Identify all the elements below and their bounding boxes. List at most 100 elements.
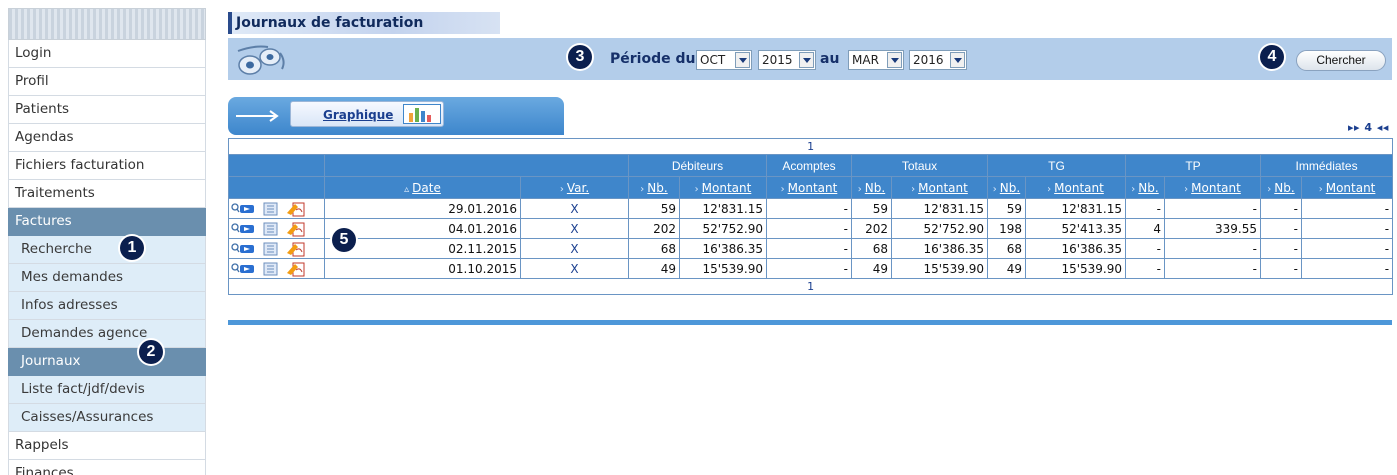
list-icon[interactable] <box>263 222 279 236</box>
tp-montant-cell: - <box>1164 238 1261 259</box>
date-cell: 29.01.2016 <box>324 198 521 219</box>
acompte-cell: - <box>766 218 852 239</box>
sort-date-header: ▵ Date <box>324 176 521 199</box>
from-month-select[interactable]: OCT <box>696 50 752 70</box>
sort-tot-montant-link[interactable]: Montant <box>918 181 968 195</box>
row-actions <box>228 218 325 239</box>
sort-tg-montant-link[interactable]: Montant <box>1054 181 1104 195</box>
search-button[interactable]: Chercher <box>1296 50 1386 71</box>
tot-nb-cell: 59 <box>851 198 892 219</box>
journaux-table: 1 Débiteurs Acomptes Totaux TG TP Immédiates … <box>227 138 1394 295</box>
sidebar-item-caisses-assurances[interactable]: Caisses/Assurances <box>8 404 206 432</box>
tg-nb-cell: 68 <box>987 238 1026 259</box>
chevron-down-icon <box>735 52 750 68</box>
sort-deb-montant-link[interactable]: Montant <box>702 181 752 195</box>
list-icon[interactable] <box>263 262 279 276</box>
pdf-icon[interactable] <box>286 221 306 237</box>
pdf-icon[interactable] <box>286 241 306 257</box>
pdf-icon[interactable] <box>286 201 306 217</box>
annotation-badge-3: 3 <box>568 45 592 69</box>
imm-montant-cell: - <box>1300 258 1394 279</box>
chevron-right-icon: › <box>1047 183 1052 195</box>
graphique-button[interactable]: Graphique <box>290 101 444 127</box>
sidebar-item-journaux[interactable]: Journaux <box>8 348 206 376</box>
sort-tp-montant-header: › Montant <box>1164 176 1261 199</box>
sort-deb-nb-header: › Nb. <box>628 176 680 199</box>
period-bar: 3 Période du OCT 2015 au MAR 2016 4 Cher… <box>228 38 1392 80</box>
page-number[interactable]: 1 <box>227 138 1394 155</box>
sidebar-item-profil[interactable]: Profil <box>8 68 206 96</box>
tot-montant-cell: 15'539.90 <box>891 258 988 279</box>
to-month-select[interactable]: MAR <box>848 50 904 70</box>
sidebar-item-patients[interactable]: Patients <box>8 96 206 124</box>
sort-imm-nb-header: › Nb. <box>1260 176 1302 199</box>
sidebar-item-recherche[interactable]: Recherche <box>8 236 206 264</box>
page-number-bottom[interactable]: 1 <box>227 278 1394 295</box>
tp-nb-cell: - <box>1125 258 1165 279</box>
sidebar-item-fichiers-facturation[interactable]: Fichiers facturation <box>8 152 206 180</box>
sort-deb-montant-header: › Montant <box>679 176 767 199</box>
sort-tp-montant-link[interactable]: Montant <box>1191 181 1241 195</box>
imm-montant-cell: - <box>1300 218 1394 239</box>
sort-tg-nb-header: › Nb. <box>987 176 1026 199</box>
chevron-right-icon: › <box>1267 183 1272 195</box>
sort-tot-nb-header: › Nb. <box>851 176 892 199</box>
sort-acompte-montant-link[interactable]: Montant <box>788 181 838 195</box>
sidebar-item-agendas[interactable]: Agendas <box>8 124 206 152</box>
sidebar-item-mes-demandes[interactable]: Mes demandes <box>8 264 206 292</box>
sidebar-item-finances[interactable]: Finances <box>8 460 206 475</box>
sort-imm-montant-link[interactable]: Montant <box>1326 181 1376 195</box>
tot-montant-cell: 16'386.35 <box>891 238 988 259</box>
chevron-right-icon: › <box>857 183 862 195</box>
top-pager[interactable]: ▸▸ 4 ◂◂ <box>1348 121 1389 134</box>
sidebar-item-factures[interactable]: Factures <box>8 208 206 236</box>
sort-var-link[interactable]: Var. <box>567 181 589 195</box>
tp-montant-cell: - <box>1164 258 1261 279</box>
list-icon[interactable] <box>263 202 279 216</box>
view-arrow-icon[interactable] <box>231 202 255 216</box>
chevron-right-icon: › <box>1318 183 1323 195</box>
group-header-totaux: Totaux <box>851 154 988 177</box>
sort-var-header: › Var. <box>520 176 629 199</box>
deb-nb-cell: 49 <box>628 258 680 279</box>
tp-montant-cell: - <box>1164 198 1261 219</box>
sort-up-icon: ▵ <box>404 183 410 195</box>
view-arrow-icon[interactable] <box>231 222 255 236</box>
view-arrow-icon[interactable] <box>231 242 255 256</box>
annotation-badge-1: 1 <box>120 236 144 260</box>
chevron-right-icon: › <box>559 183 564 195</box>
sort-tp-nb-link[interactable]: Nb. <box>1138 181 1158 195</box>
sidebar-item-traitements[interactable]: Traitements <box>8 180 206 208</box>
sort-imm-nb-link[interactable]: Nb. <box>1274 181 1294 195</box>
sort-deb-nb-link[interactable]: Nb. <box>647 181 667 195</box>
imm-nb-cell: - <box>1260 198 1302 219</box>
sort-tot-nb-link[interactable]: Nb. <box>865 181 885 195</box>
deb-montant-cell: 52'752.90 <box>679 218 767 239</box>
acompte-cell: - <box>766 198 852 219</box>
sidebar-item-login[interactable]: Login <box>8 40 206 68</box>
table-row: 01.10.2015 X 49 15'539.90-49 15'539.90 49 15'5… <box>228 258 1394 279</box>
header-blank <box>228 176 325 199</box>
tg-montant-cell: 15'539.90 <box>1025 258 1126 279</box>
sort-tg-nb-link[interactable]: Nb. <box>1000 181 1020 195</box>
sidebar-item-liste-fact-jdf-devis[interactable]: Liste fact/jdf/devis <box>8 376 206 404</box>
imm-montant-cell: - <box>1300 238 1394 259</box>
header-blank <box>324 154 629 177</box>
table-row: 04.01.2016 X 202 52'752.90-202 52'752.90 198 5… <box>228 218 1394 239</box>
deb-montant-cell: 12'831.15 <box>679 198 767 219</box>
chevron-right-icon: › <box>694 183 699 195</box>
sidebar-item-demandes-agence[interactable]: Demandes agence <box>8 320 206 348</box>
from-year-select[interactable]: 2015 <box>758 50 816 70</box>
sidebar-item-rappels[interactable]: Rappels <box>8 432 206 460</box>
sort-date-link[interactable]: Date <box>412 181 441 195</box>
to-year-select[interactable]: 2016 <box>909 50 967 70</box>
view-arrow-icon[interactable] <box>231 262 255 276</box>
graphique-link[interactable]: Graphique <box>323 108 393 122</box>
date-cell: 01.10.2015 <box>324 258 521 279</box>
pdf-icon[interactable] <box>286 261 306 277</box>
deb-nb-cell: 68 <box>628 238 680 259</box>
list-icon[interactable] <box>263 242 279 256</box>
var-cell: X <box>520 198 629 219</box>
chevron-right-icon: › <box>780 183 785 195</box>
sidebar-item-infos-adresses[interactable]: Infos adresses <box>8 292 206 320</box>
